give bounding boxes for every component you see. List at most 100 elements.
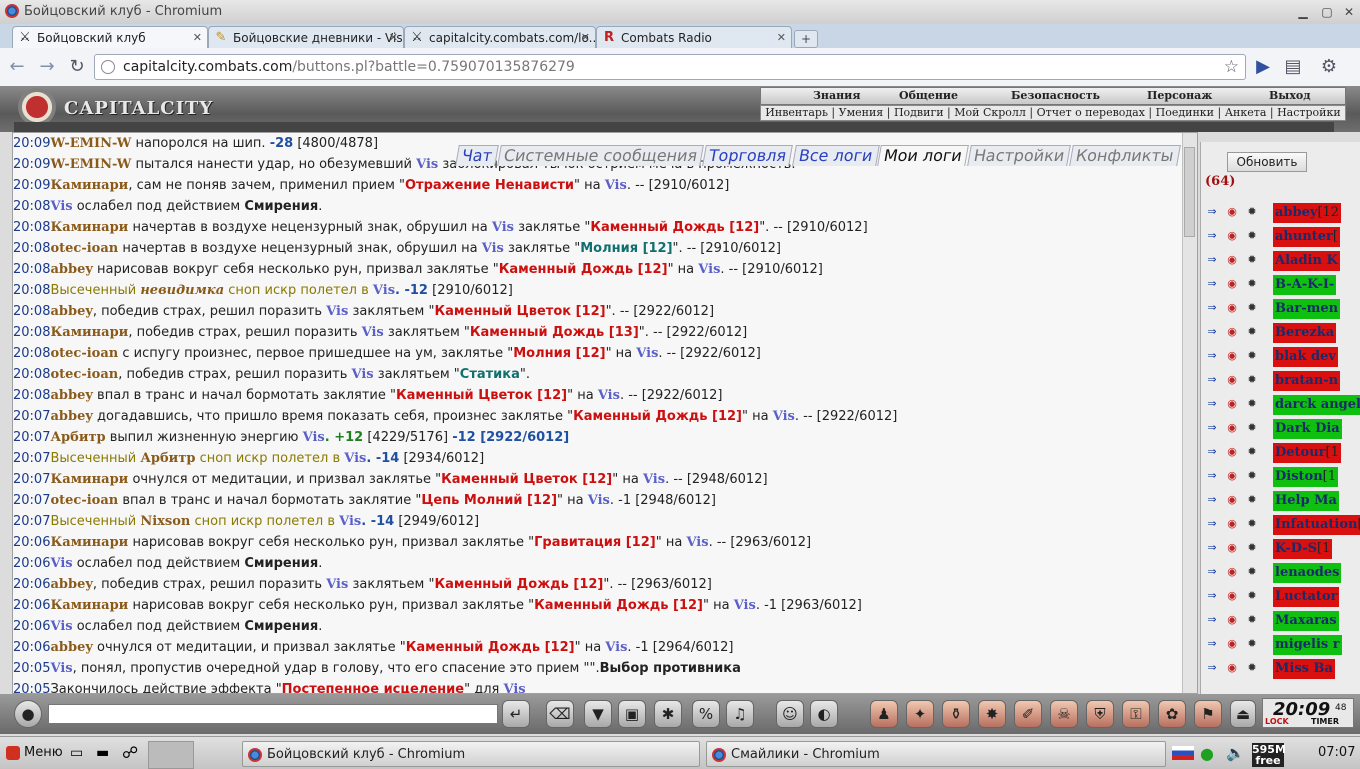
log-target[interactable]: Vis (362, 325, 384, 340)
player-name-text[interactable]: Bar-men (1275, 301, 1338, 316)
player-row[interactable]: ⇒◉✹Miss Ba (1205, 658, 1360, 680)
log-target[interactable]: Vis (326, 304, 348, 319)
player-row[interactable]: ⇒◉✹bratan-n (1205, 370, 1360, 392)
log-actor[interactable]: otec-ioan (50, 346, 118, 361)
log-target[interactable]: Vis (605, 178, 627, 193)
menu-exit[interactable]: Выход (1269, 89, 1311, 102)
log-target[interactable]: Vis (643, 472, 665, 487)
tab-combats-radio[interactable]: R Combats Radio ✕ (596, 26, 792, 48)
player-row[interactable]: ⇒◉✹K-D-S[1 (1205, 538, 1360, 560)
sound-icon[interactable]: ♫ (726, 700, 754, 728)
log-actor[interactable]: W-EMIN-W (50, 157, 131, 172)
mouse-icon[interactable]: ☍ (122, 743, 138, 762)
log-target[interactable]: Vis (698, 262, 720, 277)
player-name[interactable]: lenaodes (1273, 563, 1341, 583)
wrench-icon[interactable]: ⚙ (1318, 56, 1340, 78)
player-name[interactable]: Berezka (1273, 323, 1336, 343)
magic-wand-icon[interactable]: ✦ (906, 700, 934, 728)
player-name[interactable]: ahunter[ (1273, 227, 1340, 247)
menu-character[interactable]: Персонаж (1147, 89, 1212, 102)
menu-communication[interactable]: Общение (899, 89, 958, 102)
log-actor[interactable]: невидимка (140, 283, 224, 298)
log-actor[interactable]: abbey (50, 388, 92, 403)
player-row[interactable]: ⇒◉✹migelis r (1205, 634, 1360, 656)
player-row[interactable]: ⇒◉✹Help Ma (1205, 490, 1360, 512)
tab-fight-club[interactable]: ⚔ Бойцовский клуб ✕ (12, 26, 208, 48)
player-row[interactable]: ⇒◉✹Maxaras (1205, 610, 1360, 632)
eraser-icon[interactable]: ⌫ (546, 700, 574, 728)
log-target[interactable]: Vis (352, 367, 374, 382)
monster-icon[interactable]: ☠ (1050, 700, 1078, 728)
tab-close-icon[interactable]: ✕ (389, 27, 398, 48)
player-name-text[interactable]: Aladin K (1275, 253, 1338, 268)
player-row[interactable]: ⇒◉✹Berezka (1205, 322, 1360, 344)
player-name-text[interactable]: Berezka (1275, 325, 1334, 340)
player-name[interactable]: Bar-men (1273, 299, 1340, 319)
player-row[interactable]: ⇒◉✹Infatuation[1 (1205, 514, 1360, 536)
log-scrollbar[interactable] (1182, 133, 1197, 693)
task-fight-club[interactable]: Бойцовский клуб - Chromium (242, 741, 700, 767)
maximize-icon[interactable]: ▢ (1318, 3, 1336, 21)
player-name-text[interactable]: migelis r (1275, 637, 1340, 652)
player-name-text[interactable]: B-A-K-I- (1275, 277, 1334, 292)
chat-status-icon[interactable]: ● (1200, 744, 1214, 763)
drive-icon[interactable]: ▬ (96, 745, 109, 761)
player-name-text[interactable]: Dark Dia (1275, 421, 1340, 436)
close-icon[interactable]: ✕ (1340, 3, 1358, 21)
tab-trade[interactable]: Торговля (703, 145, 794, 166)
tab-close-icon[interactable]: ✕ (777, 27, 786, 48)
lock-icon[interactable]: ⚿ (1122, 700, 1150, 728)
fighter-icon[interactable]: ✱ (654, 700, 682, 728)
clock-timer[interactable]: TIMER (1311, 717, 1339, 726)
player-name[interactable]: Miss Ba (1273, 659, 1335, 679)
player-name[interactable]: Diston[1 (1273, 467, 1338, 487)
minimize-icon[interactable]: ▁ (1294, 3, 1312, 21)
armor-icon[interactable]: ⛨ (1086, 700, 1114, 728)
log-actor[interactable]: otec-ioan (50, 493, 118, 508)
tab-close-icon[interactable]: ✕ (193, 27, 202, 48)
scroll-thumb[interactable] (1184, 147, 1195, 237)
filter-icon[interactable]: ▼ (584, 700, 612, 728)
log-target[interactable]: Vis (50, 199, 72, 214)
volume-icon[interactable]: 🔈 (1226, 744, 1245, 762)
player-name-text[interactable]: Diston (1275, 469, 1323, 484)
tab-all-logs[interactable]: Все логи (792, 145, 879, 166)
chat-bubble-icon[interactable]: ● (14, 700, 42, 728)
tab-chat[interactable]: Чат (455, 145, 499, 166)
player-name[interactable]: darck angel[ (1273, 395, 1360, 415)
log-actor[interactable]: Каминари (50, 598, 128, 613)
player-name-text[interactable]: Luctator (1275, 589, 1337, 604)
log-actor[interactable]: Каминари (50, 325, 128, 340)
game-submenu[interactable]: Инвентарь | Умения | Подвиги | Мой Скрол… (760, 105, 1346, 121)
log-actor[interactable]: Nixson (140, 514, 190, 529)
player-name[interactable]: bratan-n (1273, 371, 1340, 391)
tab-fight-diaries[interactable]: ✎ Бойцовские дневники - Vis ✕ (208, 26, 404, 48)
log-actor[interactable]: abbey (50, 304, 92, 319)
refresh-button[interactable]: Обновить (1227, 152, 1307, 172)
reload-icon[interactable]: ↻ (66, 56, 88, 78)
log-target[interactable]: Vis (492, 220, 514, 235)
player-row[interactable]: ⇒◉✹Aladin K (1205, 250, 1360, 272)
player-row[interactable]: ⇒◉✹Bar-men (1205, 298, 1360, 320)
tab-my-logs[interactable]: Мои логи (877, 145, 969, 166)
log-target[interactable]: Vis (373, 283, 395, 298)
log-target[interactable]: Vis (734, 598, 756, 613)
log-actor[interactable]: Арбитр (140, 451, 195, 466)
log-target[interactable]: Vis (50, 661, 72, 676)
player-name-text[interactable]: K-D-S (1275, 541, 1317, 556)
log-target[interactable]: Vis (50, 619, 72, 634)
player-name-text[interactable]: darck angel (1275, 397, 1360, 412)
log-target[interactable]: Vis (303, 430, 325, 445)
clock-lock[interactable]: LOCK (1265, 717, 1289, 726)
player-name[interactable]: K-D-S[1 (1273, 539, 1332, 559)
save-icon[interactable]: ▣ (618, 700, 646, 728)
potion-icon[interactable]: ⚱ (942, 700, 970, 728)
log-target[interactable]: Vis (686, 535, 708, 550)
player-row[interactable]: ⇒◉✹B-A-K-I- (1205, 274, 1360, 296)
gold-icon[interactable]: ✸ (978, 700, 1006, 728)
speed-icon[interactable]: % (692, 700, 720, 728)
log-target[interactable]: Vis (773, 409, 795, 424)
menu-knowledge[interactable]: Знания (813, 89, 860, 102)
tab-settings[interactable]: Настройки (967, 145, 1071, 166)
player-row[interactable]: ⇒◉✹lenaodes (1205, 562, 1360, 584)
